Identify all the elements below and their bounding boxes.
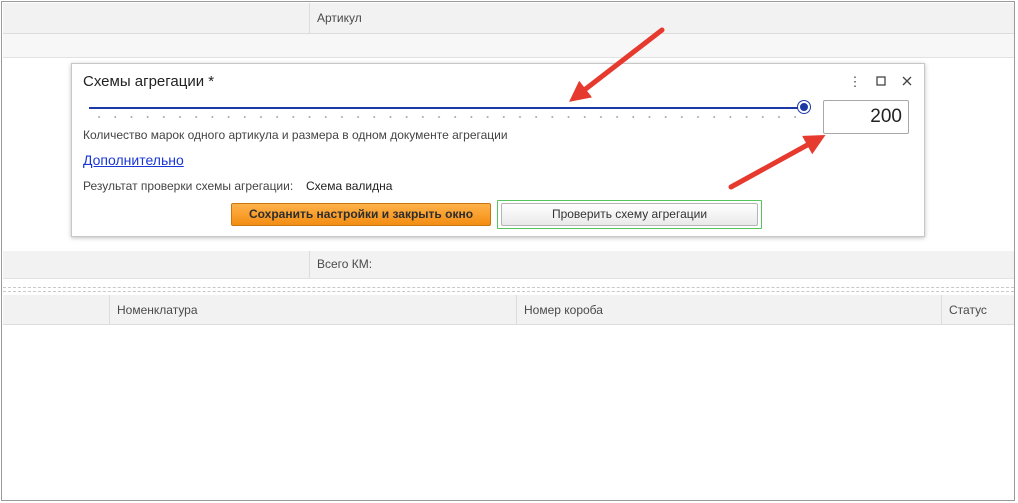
splitter-line[interactable] [3, 291, 1014, 292]
quantity-description: Количество марок одного артикула и разме… [83, 128, 508, 142]
summary-row [3, 251, 1014, 279]
quantity-input[interactable]: 200 [823, 100, 909, 134]
quantity-slider-track[interactable] [89, 107, 805, 109]
column-header-nomenclature[interactable]: Номенклатура [109, 295, 516, 325]
more-settings-link[interactable]: Дополнительно [83, 152, 184, 168]
more-vertical-icon[interactable]: ⋮ [847, 74, 863, 90]
aggregation-schemes-dialog: Схемы агрегации * ⋮ 200 Количество марок… [71, 63, 925, 237]
check-result-value: Схема валидна [306, 179, 393, 193]
dialog-title: Схемы агрегации * [83, 73, 215, 90]
maximize-icon[interactable] [873, 74, 889, 89]
total-km-label: Всего КМ: [309, 251, 372, 278]
close-icon[interactable] [899, 74, 915, 89]
check-scheme-button[interactable]: Проверить схему агрегации [501, 203, 758, 226]
save-and-close-button[interactable]: Сохранить настройки и закрыть окно [231, 203, 491, 226]
slider-ticks [91, 116, 805, 118]
column-header-status[interactable]: Статус [941, 295, 1014, 325]
column-header-article[interactable]: Артикул [309, 3, 1014, 33]
top-table-header: Артикул [3, 3, 1014, 34]
check-button-focus-frame: Проверить схему агрегации [497, 200, 762, 229]
splitter-line[interactable] [3, 287, 1014, 288]
check-result-label: Результат проверки схемы агрегации: [83, 179, 294, 193]
top-table-row [3, 34, 1014, 58]
quantity-slider-handle[interactable] [798, 101, 810, 113]
column-header-box-number[interactable]: Номер короба [516, 295, 941, 325]
bottom-table-header: Номенклатура Номер короба Статус [3, 295, 1014, 325]
